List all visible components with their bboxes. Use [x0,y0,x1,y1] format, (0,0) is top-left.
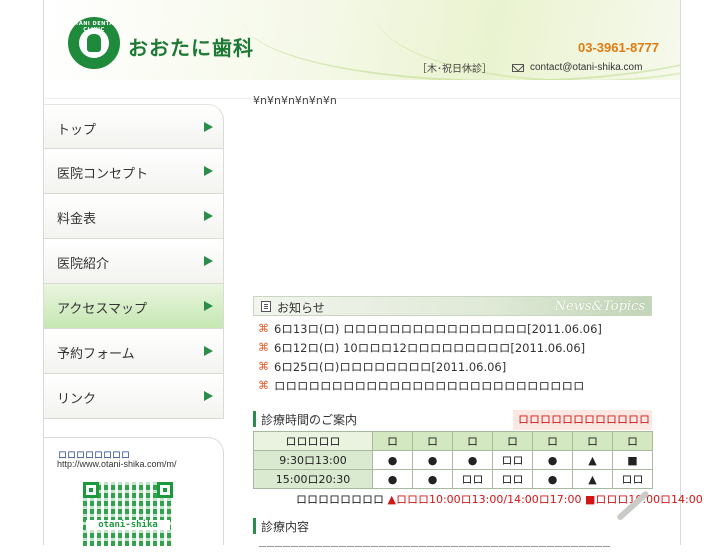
table-header-cell: ロ [412,431,453,451]
news-text: ロロロロロロロロロロロロロロロロロロロロロロロロロロロ [274,379,585,393]
table-header-row: ロロロロロ ロ ロ ロ ロ ロ ロ ロ [253,431,653,451]
table-cell: ● [412,469,453,489]
news-list: ⌘ 6ロ13ロ(ロ) ロロロロロロロロロロロロロロロロ[2011.06.06] … [258,321,658,397]
phone-number: 03-3961-8777 [578,40,659,55]
arrow-right-icon [204,166,213,176]
table-cell: ● [372,469,413,489]
stray-text: ¥n¥n¥n¥n¥n¥n [253,94,337,107]
table-row: 9:30ロ13:00 ● ● ● ロロ ● ▲ ■ [253,450,653,470]
section-bar [253,411,256,427]
time-cell: 9:30ロ13:00 [253,450,373,470]
table-cell: ロロ [492,450,533,470]
table-header-cell: ロ [532,431,573,451]
bullet-icon: ⌘ [258,360,269,373]
table-cell: ▲ [572,469,613,489]
nav-item-links[interactable]: リンク [44,374,224,419]
hours-title: 診療時間のご案内 [261,413,358,427]
qr-finder [157,482,173,498]
closed-days: ［木･祝日休診］ [417,64,492,75]
nav-item-fees[interactable]: 料金表 [44,194,224,239]
services-title: 診療内容 [261,520,310,534]
hours-note: ロロロロロロロロロロロロロ [513,410,652,446]
nav-item-top[interactable]: トップ [44,104,224,149]
nav-label: アクセスマップ [57,302,147,317]
arrow-right-icon [204,391,213,401]
news-text: 6ロ25ロ(ロ)ロロロロロロロロ[2011.06.06] [274,360,507,374]
legend-text: ロロロロロロロロ [296,493,384,506]
news-text: 6ロ12ロ(ロ) 10ロロロ12ロロロロロロロロロ[2011.06.06] [274,341,586,355]
table-cell: ● [372,450,413,470]
table-cell: ▲ [572,450,613,470]
tooth-icon [87,34,101,52]
notice-icon [261,301,271,312]
nav-label: 医院コンセプト [57,167,149,182]
table-row: 15:00ロ20:30 ● ● ロロ ロロ ● ▲ ロロ [253,469,653,489]
table-cell: ● [412,450,453,470]
nav-label: 医院紹介 [57,257,110,272]
mail-icon [512,64,524,72]
arrow-right-icon [204,211,213,221]
nav-item-concept[interactable]: 医院コンセプト [44,149,224,194]
table-header-cell: ロロロロロ [253,431,373,451]
bullet-icon: ⌘ [258,341,269,354]
clinic-logo[interactable]: OTANI DENTAL CLINIC [68,17,120,69]
news-header: お知らせ News&Topics [253,296,652,316]
table-cell: ロロ [492,469,533,489]
header-divider [44,80,680,99]
table-header-cell: ロ [492,431,533,451]
table-header-cell: ロ [452,431,493,451]
news-item[interactable]: ⌘ ロロロロロロロロロロロロロロロロロロロロロロロロロロロ [258,378,658,397]
nav-label: 料金表 [57,212,97,227]
mobile-site-box: ロロロロロロロロ http://www.otani-shika.com/m/ o… [44,437,224,546]
arrow-right-icon [204,346,213,356]
nav-item-access[interactable]: アクセスマップ [44,284,224,329]
qr-finder [83,482,99,498]
table-cell: ● [532,450,573,470]
table-header-cell: ロ [572,431,613,451]
time-cell: 15:00ロ20:30 [253,469,373,489]
services-underline: ーーーーーーーーーーーーーーーーーーーーーーーーーーーーーーーーーーーーーーーー… [258,543,611,553]
table-cell: ● [452,450,493,470]
table-header-cell: ロ [612,431,653,451]
news-item[interactable]: ⌘ 6ロ25ロ(ロ)ロロロロロロロロ[2011.06.06] [258,359,658,378]
news-title-en: News&Topics [554,299,645,314]
hours-header: 診療時間のご案内 ロロロロロロロロロロロロロ [253,410,652,446]
hours-table: ロロロロロ ロ ロ ロ ロ ロ ロ ロ 9:30ロ13:00 ● ● ● ロロ … [253,431,653,489]
nav-label: 予約フォーム [57,347,135,362]
qr-text: otani-shika [86,520,170,530]
services-header: 診療内容 [253,517,652,537]
table-cell: ■ [612,450,653,470]
table-cell: ロロ [612,469,653,489]
sidebar-nav: トップ 医院コンセプト 料金表 医院紹介 アクセスマップ 予約フォーム リンク [44,104,224,419]
nav-item-about[interactable]: 医院紹介 [44,239,224,284]
section-bar [253,518,256,534]
mobile-url-link[interactable]: http://www.otani-shika.com/m/ [57,459,177,469]
table-cell: ● [532,469,573,489]
email-link[interactable]: contact@otani-shika.com [530,62,642,73]
bullet-icon: ⌘ [258,322,269,335]
nav-label: リンク [57,392,97,407]
nav-label: トップ [57,123,97,138]
news-item[interactable]: ⌘ 6ロ12ロ(ロ) 10ロロロ12ロロロロロロロロロ[2011.06.06] [258,340,658,359]
nav-item-reservation[interactable]: 予約フォーム [44,329,224,374]
arrow-right-icon [204,301,213,311]
news-item[interactable]: ⌘ 6ロ13ロ(ロ) ロロロロロロロロロロロロロロロロ[2011.06.06] [258,321,658,340]
news-title: お知らせ [277,301,325,315]
bullet-icon: ⌘ [258,379,269,392]
arrow-right-icon [204,122,213,132]
arrow-right-icon [204,256,213,266]
logo-inner [79,28,109,58]
clinic-name[interactable]: おおたに歯科 [128,32,254,61]
table-cell: ロロ [452,469,493,489]
table-header-cell: ロ [372,431,413,451]
legend-triangle: ▲ロロロ10:00ロ13:00/14:00ロ17:00 [387,493,582,506]
news-text: 6ロ13ロ(ロ) ロロロロロロロロロロロロロロロロ[2011.06.06] [274,322,602,336]
